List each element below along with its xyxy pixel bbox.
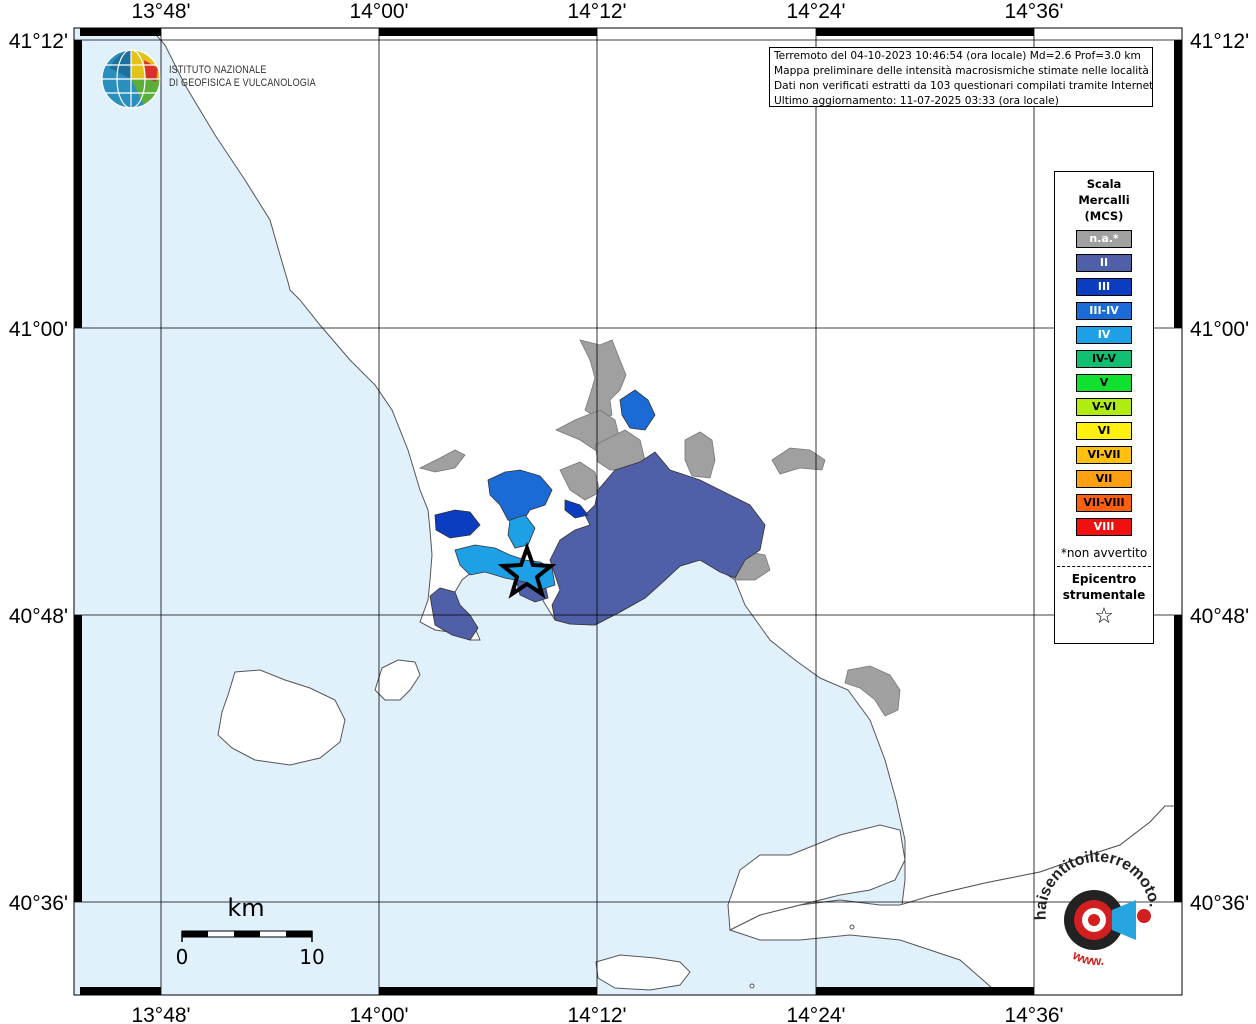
ingv-name-line1: ISTITUTO NAZIONALE	[169, 64, 267, 76]
lon-label: 14°12'	[567, 0, 626, 23]
longitude-labels-bottom: 13°48' 14°00' 14°12' 14°24' 14°36'	[131, 1004, 1063, 1024]
legend-title-line: Mercalli	[1078, 193, 1130, 207]
legend-epicenter-label: Epicentro strumentale	[1055, 571, 1153, 603]
legend-item: IV-V	[1076, 350, 1132, 368]
legend-title: Scala Mercalli (MCS)	[1055, 176, 1153, 224]
legend-item: n.a.*	[1076, 230, 1132, 248]
islet	[749, 983, 755, 989]
scale-min: 0	[176, 945, 189, 969]
ingv-name-line2: DI GEOFISICA E VULCANOLOGIA	[169, 77, 316, 89]
islet	[849, 924, 855, 930]
legend-item: II	[1076, 254, 1132, 272]
lat-label: 41°12'	[9, 30, 68, 53]
info-line: Dati non verificati estratti da 103 ques…	[774, 80, 1153, 92]
legend-item: VII-VIII	[1076, 494, 1132, 512]
lon-label: 14°24'	[786, 1004, 845, 1024]
star-icon: ☆	[1094, 604, 1114, 629]
lat-label: 41°00'	[1190, 318, 1249, 341]
legend-divider	[1057, 566, 1151, 567]
lat-label: 40°36'	[1190, 892, 1249, 915]
info-line: Terremoto del 04-10-2023 10:46:54 (ora l…	[774, 50, 1141, 62]
legend-title-line: (MCS)	[1084, 209, 1124, 223]
legend-item: V-VI	[1076, 398, 1132, 416]
legend-epicenter-line: Epicentro	[1071, 572, 1137, 586]
scale-max: 10	[299, 945, 324, 969]
legend-item: III	[1076, 278, 1132, 296]
lon-label: 14°36'	[1004, 0, 1063, 23]
svg-text:www.: www.	[1070, 947, 1105, 968]
info-line: Mappa preliminare delle intensità macros…	[774, 65, 1149, 77]
latitude-labels-left: 41°12' 41°00' 40°48' 40°36'	[9, 30, 68, 915]
lon-label: 13°48'	[131, 0, 190, 23]
legend-item: VIII	[1076, 518, 1132, 536]
info-line: Ultimo aggiornamento: 11-07-2025 03:33 (…	[774, 95, 1059, 107]
lon-label: 14°24'	[786, 0, 845, 23]
target-megaphone-icon: haisentitoilterremoto.it www.	[1032, 838, 1162, 968]
lat-label: 40°48'	[9, 605, 68, 628]
lat-label: 41°00'	[9, 318, 68, 341]
intensity-legend: Scala Mercalli (MCS) n.a.* II III III-IV IV I…	[1054, 171, 1154, 644]
ingv-logo: ISTITUTO NAZIONALE DI GEOFISICA E VULCAN…	[100, 48, 320, 110]
hsi-logo: haisentitoilterremoto.it www.	[1032, 838, 1162, 978]
lon-label: 14°36'	[1004, 1004, 1063, 1024]
legend-item: V	[1076, 374, 1132, 392]
ingv-name: ISTITUTO NAZIONALE DI GEOFISICA E VULCAN…	[169, 64, 316, 90]
earthquake-info-box: Terremoto del 04-10-2023 10:46:54 (ora l…	[769, 47, 1153, 107]
legend-item: VI-VII	[1076, 446, 1132, 464]
legend-items: n.a.* II III III-IV IV IV-V V V-VI VI VI-VII VII VI…	[1055, 230, 1153, 536]
legend-epicenter-line: strumentale	[1062, 588, 1146, 602]
lon-label: 14°00'	[349, 0, 408, 23]
lat-label: 40°36'	[9, 892, 68, 915]
lon-label: 14°00'	[349, 1004, 408, 1024]
latitude-labels-right: 41°12' 41°00' 40°48' 40°36'	[1190, 30, 1249, 915]
globe-icon	[101, 49, 161, 109]
scale-unit: km	[227, 894, 264, 922]
lon-label: 14°12'	[567, 1004, 626, 1024]
legend-item: VI	[1076, 422, 1132, 440]
lat-label: 41°12'	[1190, 30, 1249, 53]
legend-item: IV	[1076, 326, 1132, 344]
legend-item: VII	[1076, 470, 1132, 488]
legend-note: *non avvertito	[1060, 546, 1148, 560]
legend-title-line: Scala	[1086, 177, 1122, 191]
hsi-www: www.	[1070, 947, 1105, 968]
longitude-labels-top: 13°48' 14°00' 14°12' 14°24' 14°36'	[131, 0, 1063, 23]
lat-label: 40°48'	[1190, 605, 1249, 628]
legend-item: III-IV	[1076, 302, 1132, 320]
lon-label: 13°48'	[131, 1004, 190, 1024]
